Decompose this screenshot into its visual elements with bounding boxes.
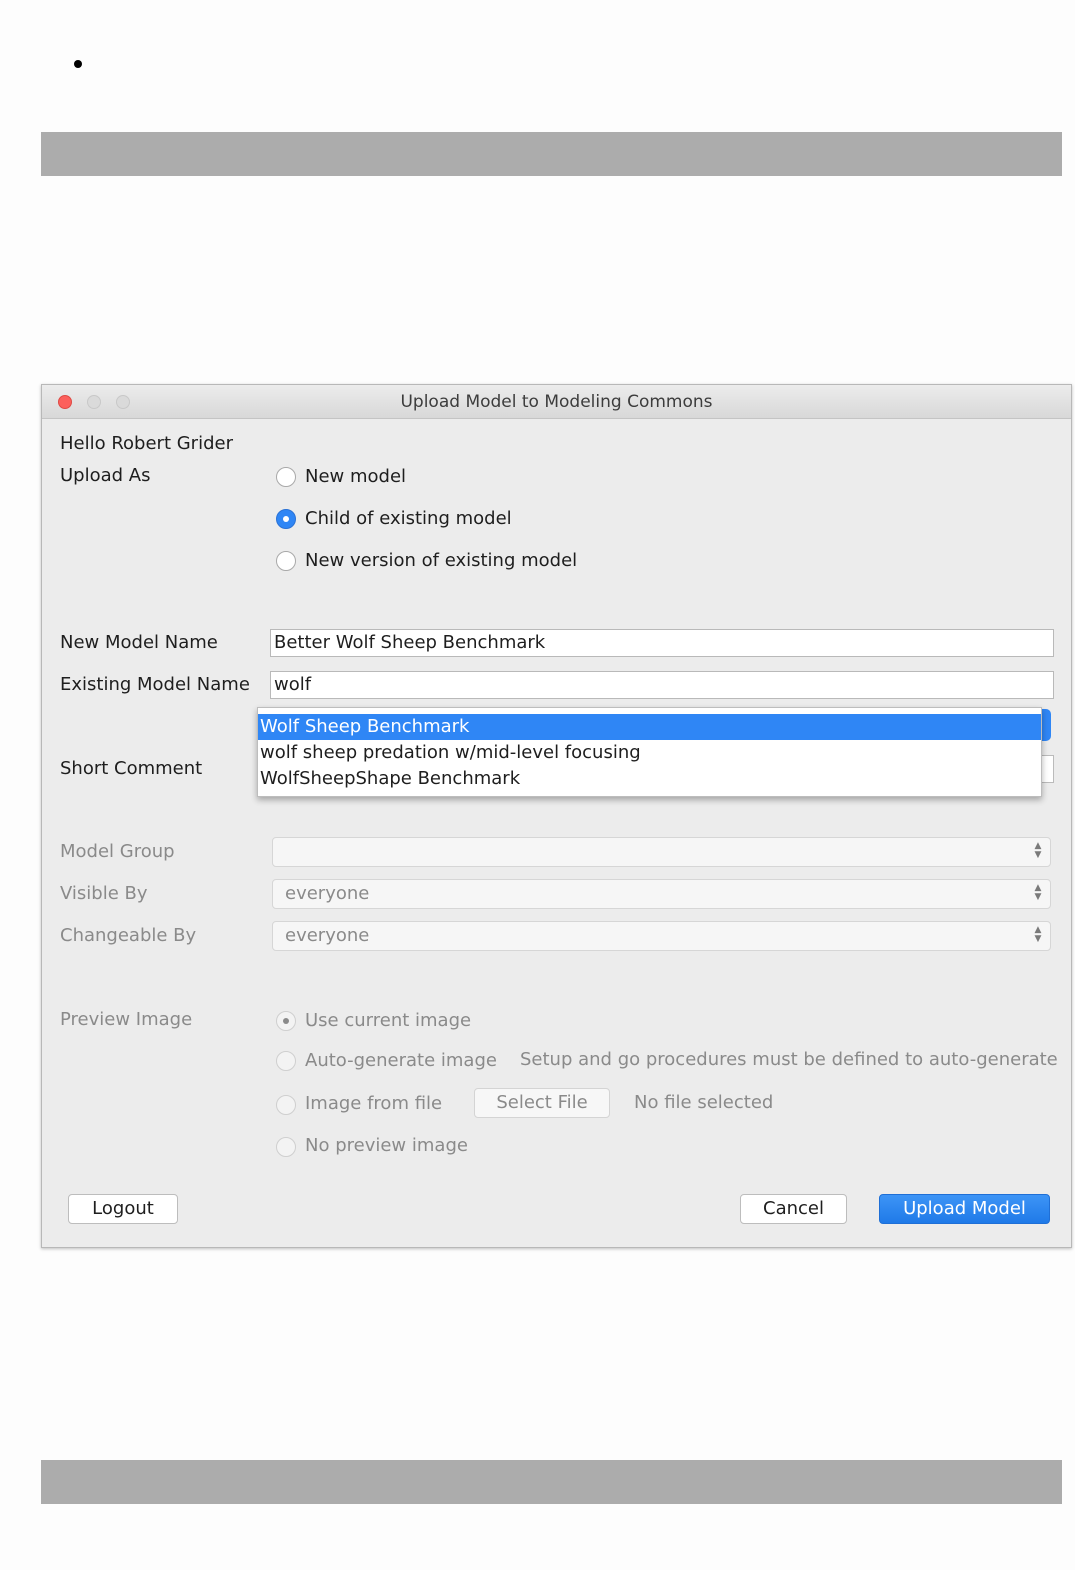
window-title: Upload Model to Modeling Commons	[400, 392, 713, 412]
visible-by-value: everyone	[285, 883, 370, 904]
logout-button[interactable]: Logout	[68, 1194, 178, 1224]
radio-new-version-label[interactable]: New version of existing model	[305, 550, 577, 571]
model-group-label: Model Group	[60, 841, 175, 862]
radio-auto-generate-image[interactable]	[276, 1051, 296, 1071]
file-status-text: No file selected	[634, 1092, 774, 1113]
changeable-by-value: everyone	[285, 925, 370, 946]
model-group-select[interactable]: ▲ ▼	[272, 837, 1051, 867]
changeable-by-label: Changeable By	[60, 925, 197, 946]
new-model-name-label: New Model Name	[60, 632, 218, 653]
radio-auto-generate-image-label[interactable]: Auto-generate image	[305, 1050, 497, 1071]
top-gray-bar	[41, 132, 1062, 176]
radio-image-from-file[interactable]	[276, 1095, 296, 1115]
visible-by-label: Visible By	[60, 883, 148, 904]
cancel-button[interactable]: Cancel	[740, 1194, 847, 1224]
radio-child-of-existing-model[interactable]	[276, 509, 296, 529]
upload-as-label: Upload As	[60, 465, 151, 486]
short-comment-input[interactable]	[1042, 755, 1054, 783]
radio-child-of-existing-model-label[interactable]: Child of existing model	[305, 508, 512, 529]
chevron-up-down-icon: ▲ ▼	[1034, 925, 1042, 944]
radio-no-preview-image-label[interactable]: No preview image	[305, 1135, 468, 1156]
radio-new-model-label[interactable]: New model	[305, 466, 406, 487]
radio-new-model[interactable]	[276, 467, 296, 487]
radio-new-version[interactable]	[276, 551, 296, 571]
chevron-up-down-icon: ▲ ▼	[1034, 883, 1042, 902]
new-model-name-input[interactable]: Better Wolf Sheep Benchmark	[270, 629, 1054, 657]
select-file-button[interactable]: Select File	[474, 1088, 610, 1118]
radio-use-current-image[interactable]	[276, 1011, 296, 1031]
upload-dialog: Upload Model to Modeling Commons Hello R…	[41, 384, 1072, 1248]
suggestion-item[interactable]: wolf sheep predation w/mid-level focusin…	[258, 740, 1041, 766]
changeable-by-select[interactable]: everyone ▲ ▼	[272, 921, 1051, 951]
greeting-text: Hello Robert Grider	[60, 433, 233, 454]
preview-image-label: Preview Image	[60, 1009, 193, 1030]
radio-use-current-image-label[interactable]: Use current image	[305, 1010, 471, 1031]
short-comment-label: Short Comment	[60, 758, 203, 779]
bullet-point	[74, 60, 82, 68]
bottom-gray-bar	[41, 1460, 1062, 1504]
radio-no-preview-image[interactable]	[276, 1137, 296, 1157]
existing-model-name-label: Existing Model Name	[60, 674, 250, 695]
auto-generate-note: Setup and go procedures must be defined …	[520, 1049, 1058, 1070]
upload-model-button[interactable]: Upload Model	[879, 1194, 1050, 1224]
visible-by-select[interactable]: everyone ▲ ▼	[272, 879, 1051, 909]
existing-model-name-input[interactable]: wolf	[270, 671, 1054, 699]
title-bar: Upload Model to Modeling Commons	[42, 385, 1071, 419]
radio-image-from-file-label[interactable]: Image from file	[305, 1093, 442, 1114]
suggestion-item[interactable]: WolfSheepShape Benchmark	[258, 766, 1041, 792]
suggestion-item[interactable]: Wolf Sheep Benchmark	[258, 714, 1041, 740]
model-name-suggestions: Wolf Sheep Benchmark wolf sheep predatio…	[257, 707, 1042, 797]
chevron-up-down-icon: ▲ ▼	[1034, 841, 1042, 860]
